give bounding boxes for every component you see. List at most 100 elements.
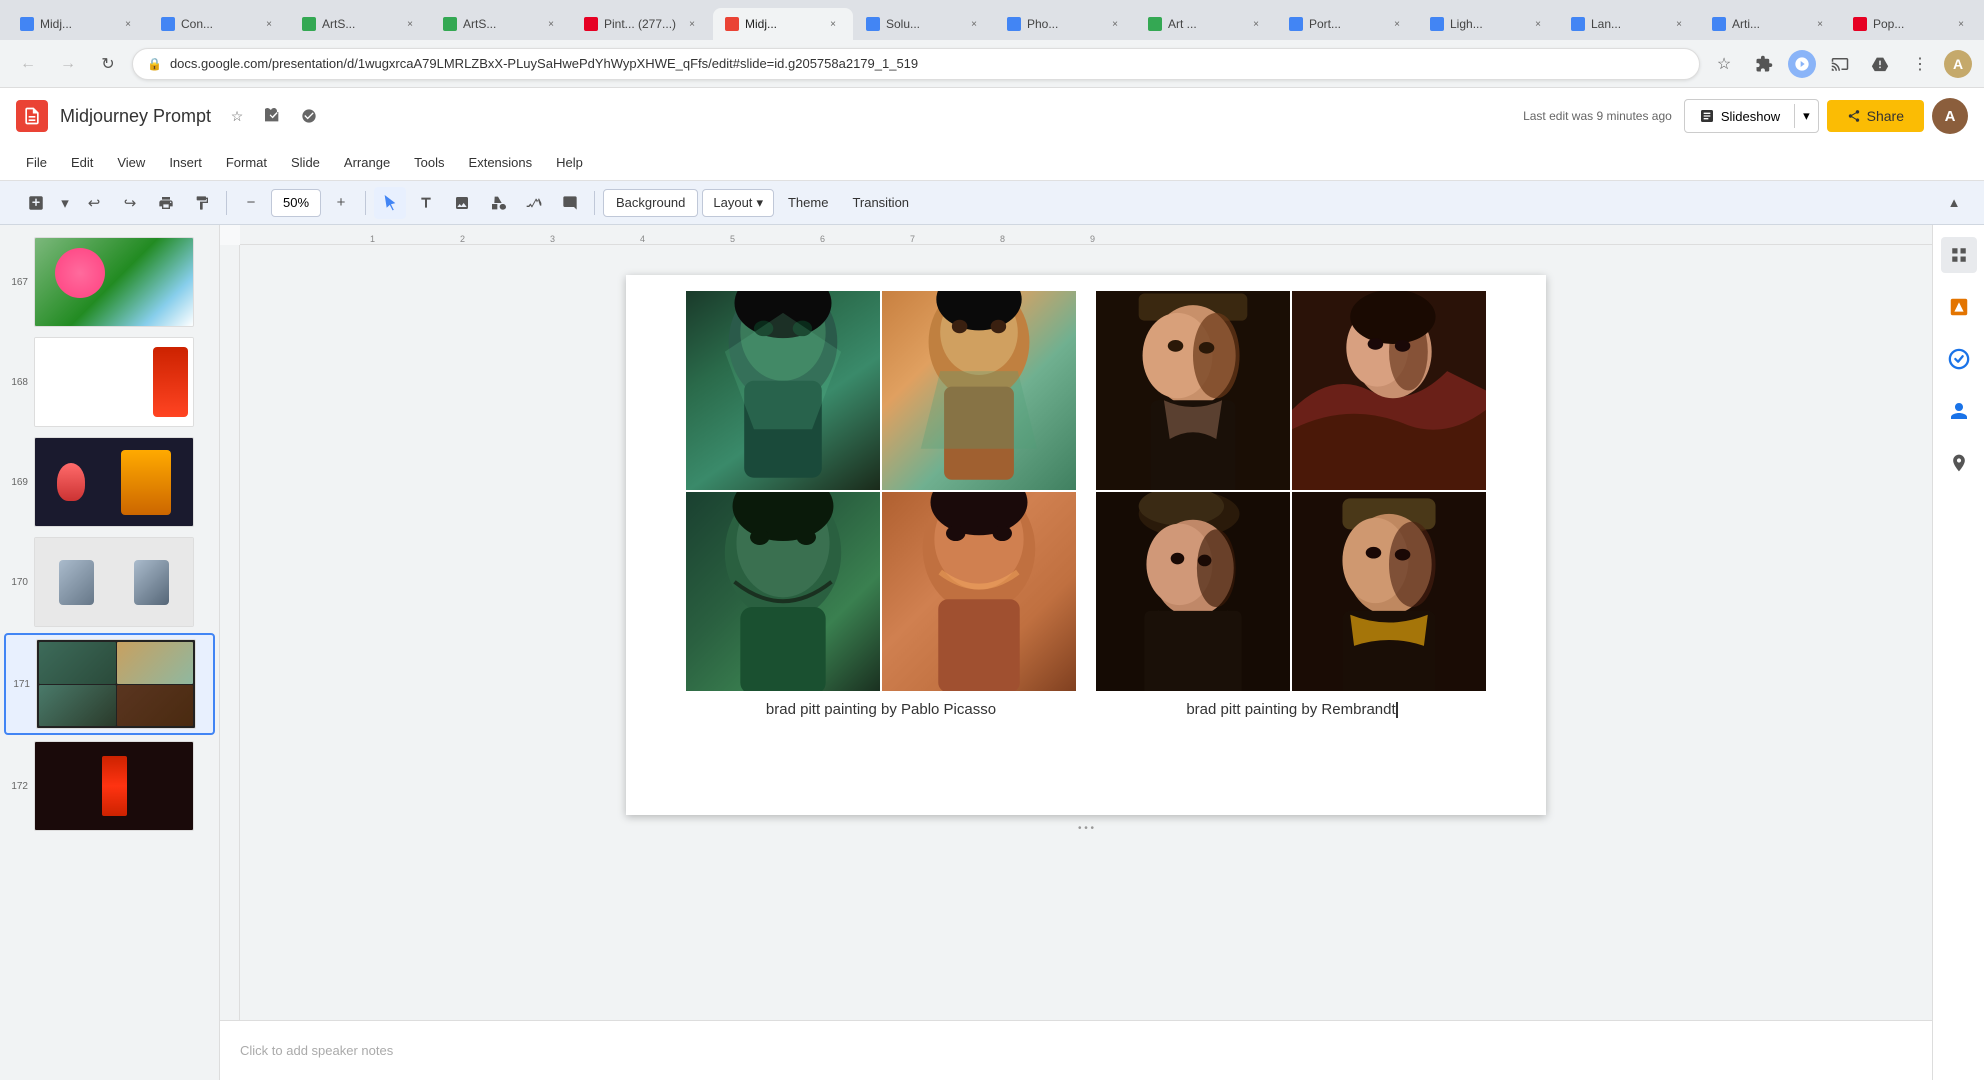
browser-tab-5[interactable]: Pint... (277...) ×	[572, 8, 712, 40]
back-button[interactable]: ←	[12, 48, 44, 80]
browser-tab-1[interactable]: Midj... ×	[8, 8, 148, 40]
menu-tools[interactable]: Tools	[404, 151, 454, 174]
browser-tab-3[interactable]: ArtS... ×	[290, 8, 430, 40]
slide-preview-168	[34, 337, 194, 427]
transition-button[interactable]: Transition	[842, 189, 919, 217]
tab-close-2[interactable]: ×	[261, 16, 277, 32]
tab-close-1[interactable]: ×	[120, 16, 136, 32]
share-label: Share	[1867, 108, 1904, 124]
ruler-mark-1: 1	[370, 234, 375, 244]
slideshow-button[interactable]: Slideshow	[1685, 108, 1794, 124]
tasks-icon[interactable]	[1941, 341, 1977, 377]
grid-view-icon[interactable]	[1941, 237, 1977, 273]
browser-tab-6[interactable]: Midj... ×	[713, 8, 853, 40]
comment-button[interactable]	[554, 187, 586, 219]
browser-tab-11[interactable]: Ligh... ×	[1418, 8, 1558, 40]
tab-close-8[interactable]: ×	[1107, 16, 1123, 32]
browser-tab-13[interactable]: Arti... ×	[1700, 8, 1840, 40]
tab-close-13[interactable]: ×	[1812, 16, 1828, 32]
browser-tab-8[interactable]: Pho... ×	[995, 8, 1135, 40]
tab-close-11[interactable]: ×	[1530, 16, 1546, 32]
shapes-tool-button[interactable]	[482, 187, 514, 219]
slide-thumbnail-171[interactable]: 171	[4, 633, 215, 735]
tab-close-9[interactable]: ×	[1248, 16, 1264, 32]
tab-close-4[interactable]: ×	[543, 16, 559, 32]
print-button[interactable]	[150, 187, 182, 219]
redo-button[interactable]: ↪	[114, 187, 146, 219]
extensions-button[interactable]	[1748, 48, 1780, 80]
tab-close-5[interactable]: ×	[684, 16, 700, 32]
address-bar[interactable]: 🔒 docs.google.com/presentation/d/1wugxrc…	[132, 48, 1700, 80]
more-tools-button[interactable]: ⋮	[1904, 48, 1936, 80]
save-to-drive-button[interactable]	[1864, 48, 1896, 80]
browser-tab-10[interactable]: Port... ×	[1277, 8, 1417, 40]
tab-close-10[interactable]: ×	[1389, 16, 1405, 32]
profile-icon-1[interactable]	[1788, 50, 1816, 78]
zoom-level[interactable]: 50%	[271, 189, 321, 217]
user-avatar[interactable]: A	[1932, 98, 1968, 134]
speaker-notes-area[interactable]: Click to add speaker notes	[220, 1020, 1932, 1080]
slide-canvas[interactable]: brad pitt painting by Pablo Picasso	[626, 275, 1546, 815]
text-tool-button[interactable]	[410, 187, 442, 219]
menu-edit[interactable]: Edit	[61, 151, 103, 174]
menu-help[interactable]: Help	[546, 151, 593, 174]
move-to-drive-button[interactable]	[259, 102, 287, 130]
forward-button[interactable]: →	[52, 48, 84, 80]
browser-tab-12[interactable]: Lan... ×	[1559, 8, 1699, 40]
tab-title-10: Port...	[1309, 17, 1383, 31]
canvas-region: 1 2 3 4 5 6 7 8 9	[220, 225, 1932, 1080]
zoom-out-button[interactable]: −	[235, 187, 267, 219]
menu-view[interactable]: View	[107, 151, 155, 174]
tab-title-1: Midj...	[40, 17, 114, 31]
maps-icon[interactable]	[1941, 445, 1977, 481]
browser-tab-2[interactable]: Con... ×	[149, 8, 289, 40]
slide-canvas-area[interactable]: brad pitt painting by Pablo Picasso	[240, 245, 1932, 1020]
tab-close-12[interactable]: ×	[1671, 16, 1687, 32]
enable-offline-button[interactable]	[295, 102, 323, 130]
theme-button[interactable]: Theme	[778, 189, 838, 217]
browser-tab-4[interactable]: ArtS... ×	[431, 8, 571, 40]
cast-button[interactable]	[1824, 48, 1856, 80]
add-slide-dropdown[interactable]: ▾	[56, 187, 74, 219]
menu-slide[interactable]: Slide	[281, 151, 330, 174]
lines-tool-button[interactable]	[518, 187, 550, 219]
slide-thumbnail-170[interactable]: 170	[4, 533, 215, 631]
menu-format[interactable]: Format	[216, 151, 277, 174]
refresh-button[interactable]: ↻	[92, 48, 124, 80]
browser-tab-14[interactable]: Pop... ×	[1841, 8, 1981, 40]
slide-thumbnail-172[interactable]: 172	[4, 737, 215, 835]
tab-close-6[interactable]: ×	[825, 16, 841, 32]
tab-close-7[interactable]: ×	[966, 16, 982, 32]
layout-button[interactable]: Layout ▾	[702, 189, 774, 217]
select-tool-button[interactable]	[374, 187, 406, 219]
slideshow-dropdown[interactable]: ▾	[1795, 108, 1818, 124]
browser-tab-9[interactable]: Art ... ×	[1136, 8, 1276, 40]
add-slide-button[interactable]	[16, 187, 56, 219]
document-title: Midjourney Prompt	[60, 106, 211, 127]
paint-format-button[interactable]	[186, 187, 218, 219]
ruler-mark-4: 4	[640, 234, 645, 244]
user-profile-button[interactable]: A	[1944, 50, 1972, 78]
undo-button[interactable]: ↩	[78, 187, 110, 219]
slide-thumbnail-167[interactable]: 167	[4, 233, 215, 331]
background-button[interactable]: Background	[603, 189, 698, 217]
slide-thumbnail-168[interactable]: 168	[4, 333, 215, 431]
contacts-icon[interactable]	[1941, 393, 1977, 429]
menu-arrange[interactable]: Arrange	[334, 151, 400, 174]
collapse-toolbar-button[interactable]: ▲	[1940, 189, 1968, 217]
image-tool-button[interactable]	[446, 187, 478, 219]
menu-extensions[interactable]: Extensions	[459, 151, 543, 174]
tab-close-3[interactable]: ×	[402, 16, 418, 32]
star-button[interactable]: ☆	[223, 102, 251, 130]
browser-tab-7[interactable]: Solu... ×	[854, 8, 994, 40]
explore-icon[interactable]	[1941, 289, 1977, 325]
menu-insert[interactable]: Insert	[159, 151, 212, 174]
picasso-img-1	[686, 291, 880, 490]
bookmark-button[interactable]: ☆	[1708, 48, 1740, 80]
menu-file[interactable]: File	[16, 151, 57, 174]
slide-thumbnail-169[interactable]: 169	[4, 433, 215, 531]
share-button[interactable]: Share	[1827, 100, 1924, 132]
tab-close-14[interactable]: ×	[1953, 16, 1969, 32]
ruler-mark-7: 7	[910, 234, 915, 244]
zoom-in-button[interactable]: +	[325, 187, 357, 219]
